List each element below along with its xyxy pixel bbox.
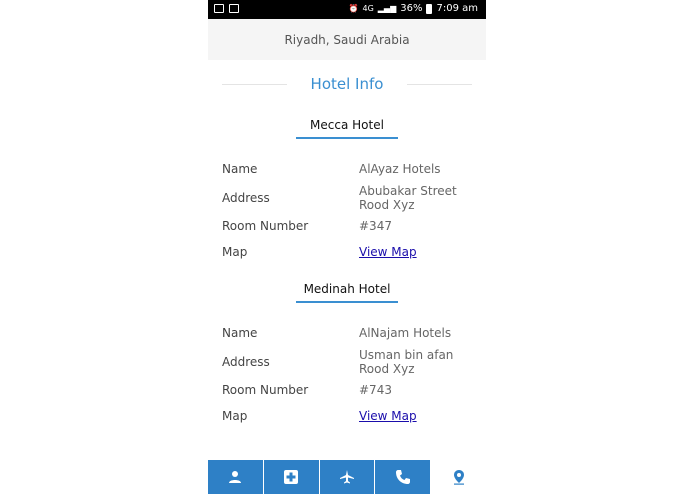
- view-map-link[interactable]: View Map: [359, 245, 417, 259]
- status-bar: ⏰ 4G ▂▄▆ 36% 7:09 am: [208, 0, 486, 19]
- row-label: Address: [222, 355, 270, 369]
- airplane-icon: [339, 470, 354, 484]
- person-icon: [229, 471, 242, 483]
- row-value: AlAyaz Hotels: [359, 162, 441, 176]
- alarm-icon: ⏰: [348, 4, 359, 13]
- hotel-title: Medinah Hotel: [303, 282, 391, 296]
- heading-underline: [296, 301, 398, 303]
- phone-screen: ⏰ 4G ▂▄▆ 36% 7:09 am Riyadh, Saudi Arabi…: [208, 0, 486, 494]
- address-line-1: Usman bin afan: [359, 348, 454, 362]
- nav-flight-button[interactable]: [319, 460, 375, 494]
- nav-call-button[interactable]: [375, 460, 431, 494]
- row-value: #347: [359, 219, 392, 233]
- location-text: Riyadh, Saudi Arabia: [284, 32, 410, 47]
- row-value: #743: [359, 383, 392, 397]
- nav-location-button[interactable]: [431, 460, 486, 494]
- signal-icon: ▂▄▆: [377, 4, 397, 13]
- battery-icon: [426, 3, 433, 14]
- location-bar: Riyadh, Saudi Arabia: [208, 19, 486, 60]
- row-value: Usman bin afan Rood Xyz: [359, 348, 453, 376]
- gallery-icon: [214, 4, 224, 13]
- row-label: Map: [222, 245, 248, 259]
- row-label: Map: [222, 409, 248, 423]
- row-label: Room Number: [222, 219, 309, 233]
- hotel-heading: Medinah Hotel: [208, 282, 486, 303]
- nav-medical-button[interactable]: [263, 460, 319, 494]
- battery-percent: 36%: [400, 3, 423, 14]
- address-line-1: Abubakar Street: [359, 184, 457, 198]
- phone-icon: [395, 470, 410, 484]
- message-icon: [229, 4, 239, 13]
- address-line-2: Rood Xyz: [359, 198, 415, 212]
- hotel-heading: Mecca Hotel: [208, 118, 486, 139]
- heading-underline: [296, 137, 398, 139]
- row-value: AlNajam Hotels: [359, 326, 452, 340]
- medical-plus-icon: [284, 470, 299, 484]
- divider-right: [407, 84, 472, 85]
- row-label: Room Number: [222, 383, 309, 397]
- location-pin-icon: [453, 470, 464, 485]
- section-title: Hotel Info: [310, 75, 384, 93]
- network-label: 4G: [362, 4, 374, 13]
- nav-profile-button[interactable]: [208, 460, 263, 494]
- bottom-nav: [208, 460, 486, 494]
- row-value: Abubakar Street Rood Xyz: [359, 184, 457, 212]
- row-label: Name: [222, 326, 258, 340]
- row-label: Name: [222, 162, 258, 176]
- status-right: ⏰ 4G ▂▄▆ 36% 7:09 am: [349, 3, 478, 14]
- status-left-icons: [214, 4, 239, 13]
- clock: 7:09 am: [436, 3, 478, 14]
- hotel-title: Mecca Hotel: [310, 118, 384, 132]
- row-label: Address: [222, 191, 270, 205]
- divider-left: [222, 84, 287, 85]
- section-header: Hotel Info: [208, 72, 486, 96]
- view-map-link[interactable]: View Map: [359, 409, 417, 423]
- address-line-2: Rood Xyz: [359, 362, 415, 376]
